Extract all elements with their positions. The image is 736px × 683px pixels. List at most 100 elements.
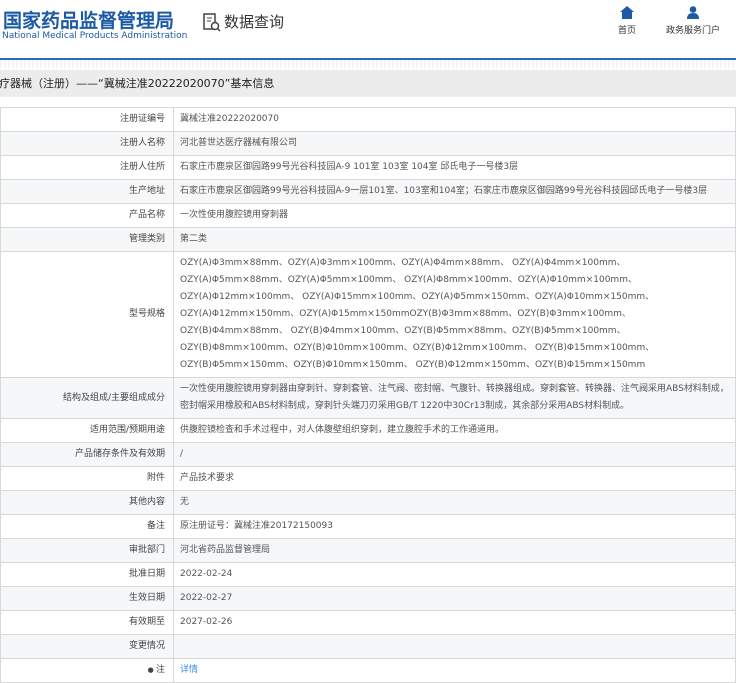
row-label: 变更情况 <box>0 634 174 659</box>
row-value: OZY(A)Φ3mm×88mm、OZY(A)Φ3mm×100mm、OZY(A)Φ… <box>173 251 736 378</box>
page-title: 医疗器械（注册）——“冀械注准20222020070”基本信息 <box>0 70 736 97</box>
row-value: 2027-02-26 <box>173 610 736 635</box>
row-value-text: 2022-02-27 <box>180 593 233 603</box>
table-row: 有效期至 2027-02-26 <box>0 610 736 635</box>
row-value: 详情 <box>173 658 736 683</box>
table-row: 注册人住所 石家庄市鹿泉区御园路99号光谷科技园A-9 101室 103室 104… <box>0 155 736 180</box>
row-value: 产品技术要求 <box>173 466 736 491</box>
row-label: 备注 <box>0 514 174 539</box>
page-title-text: 医疗器械（注册）——“冀械注准20222020070”基本信息 <box>0 77 275 90</box>
table-row: 注册人名称 河北普世达医疗器械有限公司 <box>0 131 736 156</box>
table-row: ● 注详情 <box>0 658 736 683</box>
row-label: 适用范围/预期用途 <box>0 418 174 443</box>
table-row: 产品名称 一次性使用腹腔镜用穿刺器 <box>0 203 736 228</box>
row-value: / <box>173 442 736 467</box>
row-label: ● 注 <box>0 658 174 683</box>
nav-service-portal[interactable]: 政务服务门户 <box>662 6 724 36</box>
table-row: 其他内容 无 <box>0 490 736 515</box>
row-value: 供腹腔镜检查和手术过程中，对人体腹壁组织穿刺，建立腹腔手术的工作通道用。 <box>173 418 736 443</box>
row-label-text: 其他内容 <box>128 497 165 507</box>
query-title-text: 数据查询 <box>224 13 285 31</box>
row-value-text: 河北省药品监督管理局 <box>180 545 271 555</box>
table-row: 注册证编号 冀械注准20222020070 <box>0 107 736 132</box>
row-value: 一次性使用腹腔镜用穿刺器 <box>173 203 736 228</box>
row-value: 冀械注准20222020070 <box>173 107 736 132</box>
table-row: 附件 产品技术要求 <box>0 466 736 491</box>
row-label: 生产地址 <box>0 179 174 204</box>
row-label: 生效日期 <box>0 586 174 611</box>
row-label: 产品名称 <box>0 203 174 228</box>
row-value <box>173 634 736 659</box>
row-value: 原注册证号：冀械注准20172150093 <box>173 514 736 539</box>
row-label: 注册人名称 <box>0 131 174 156</box>
row-label: 其他内容 <box>0 490 174 515</box>
row-value-text: 石家庄市鹿泉区御园路99号光谷科技园A-9一层101室、103室和104室；石家… <box>180 186 708 196</box>
row-label-text: 注册人名称 <box>119 138 165 148</box>
divider <box>0 60 736 68</box>
table-row: 型号规格 OZY(A)Φ3mm×88mm、OZY(A)Φ3mm×100mm、OZY… <box>0 251 736 378</box>
row-value-text: 冀械注准20222020070 <box>180 114 279 124</box>
row-label-text: 产品名称 <box>128 210 165 220</box>
site-header: 国家药品监督管理局 National Medical Products Admi… <box>0 0 736 60</box>
row-label-text: 生效日期 <box>128 593 165 603</box>
nav-service-label: 政务服务门户 <box>665 26 720 36</box>
row-label-text: 型号规格 <box>128 309 165 319</box>
table-row: 批准日期 2022-02-24 <box>0 562 736 587</box>
row-label: 注册证编号 <box>0 107 174 132</box>
row-value-text: 无 <box>180 497 190 507</box>
row-label: 注册人住所 <box>0 155 174 180</box>
nav-home-label: 首页 <box>617 26 636 36</box>
row-value-text: / <box>180 449 184 459</box>
row-label: 产品储存条件及有效期 <box>0 442 174 467</box>
row-value: 无 <box>173 490 736 515</box>
row-value: 石家庄市鹿泉区御园路99号光谷科技园A-9 101室 103室 104室 邱氏电… <box>173 155 736 180</box>
row-label: 审批部门 <box>0 538 174 563</box>
row-label-text: 变更情况 <box>128 641 165 651</box>
row-label: 型号规格 <box>0 251 174 378</box>
search-document-icon <box>203 12 221 32</box>
nav-home[interactable]: 首页 <box>613 6 641 36</box>
row-label-text: 产品储存条件及有效期 <box>74 449 165 459</box>
row-value: 河北普世达医疗器械有限公司 <box>173 131 736 156</box>
row-value: 第二类 <box>173 227 736 252</box>
row-label-text: 批准日期 <box>128 569 165 579</box>
table-row: 备注 原注册证号：冀械注准20172150093 <box>0 514 736 539</box>
row-label: 有效期至 <box>0 610 174 635</box>
table-row: 审批部门 河北省药品监督管理局 <box>0 538 736 563</box>
data-query-title: 数据查询 <box>202 11 284 32</box>
row-value-text: 一次性使用腹腔镜用穿刺器由穿刺针、穿刺套管、注气阀、密封帽、气腹针、转换器组成。… <box>180 384 729 411</box>
row-label-text: 有效期至 <box>128 617 165 627</box>
row-label: 结构及组成/主要组成成分 <box>0 377 174 419</box>
row-label: 批准日期 <box>0 562 174 587</box>
row-value-text: OZY(A)Φ3mm×88mm、OZY(A)Φ3mm×100mm、OZY(A)Φ… <box>180 258 655 370</box>
row-label-text: 附件 <box>146 473 165 483</box>
row-label-text: 注 <box>155 665 165 675</box>
row-label-text: 注册人住所 <box>119 162 165 172</box>
row-value: 2022-02-24 <box>173 562 736 587</box>
logo-title[interactable]: 国家药品监督管理局 <box>3 6 174 33</box>
row-value-text: 原注册证号：冀械注准20172150093 <box>180 521 333 531</box>
details-link[interactable]: 详情 <box>180 665 198 675</box>
row-label-text: 结构及组成/主要组成成分 <box>62 392 165 403</box>
row-value: 2022-02-27 <box>173 586 736 611</box>
row-label: 附件 <box>0 466 174 491</box>
table-row: 生产地址 石家庄市鹿泉区御园路99号光谷科技园A-9一层101室、103室和104… <box>0 179 736 204</box>
table-row: 生效日期 2022-02-27 <box>0 586 736 611</box>
row-value: 石家庄市鹿泉区御园路99号光谷科技园A-9一层101室、103室和104室；石家… <box>173 179 736 204</box>
home-icon <box>620 6 634 19</box>
row-label-text: 生产地址 <box>128 186 165 196</box>
user-icon <box>687 6 699 19</box>
table-row: 适用范围/预期用途 供腹腔镜检查和手术过程中，对人体腹壁组织穿刺，建立腹腔手术的工… <box>0 418 736 443</box>
row-label-text: 备注 <box>146 521 165 531</box>
row-value-text: 一次性使用腹腔镜用穿刺器 <box>180 210 289 220</box>
row-value: 河北省药品监督管理局 <box>173 538 736 563</box>
row-value-text: 供腹腔镜检查和手术过程中，对人体腹壁组织穿刺，建立腹腔手术的工作通道用。 <box>180 425 505 435</box>
logo-subtitle: National Medical Products Administration <box>2 31 188 41</box>
row-value-text: 第二类 <box>180 234 208 244</box>
row-value-text: 河北普世达医疗器械有限公司 <box>180 138 298 148</box>
row-label-text: 审批部门 <box>128 545 165 555</box>
row-label: 管理类别 <box>0 227 174 252</box>
table-row: 变更情况 <box>0 634 736 659</box>
row-value-text: 2027-02-26 <box>180 617 233 627</box>
table-row: 产品储存条件及有效期 / <box>0 442 736 467</box>
